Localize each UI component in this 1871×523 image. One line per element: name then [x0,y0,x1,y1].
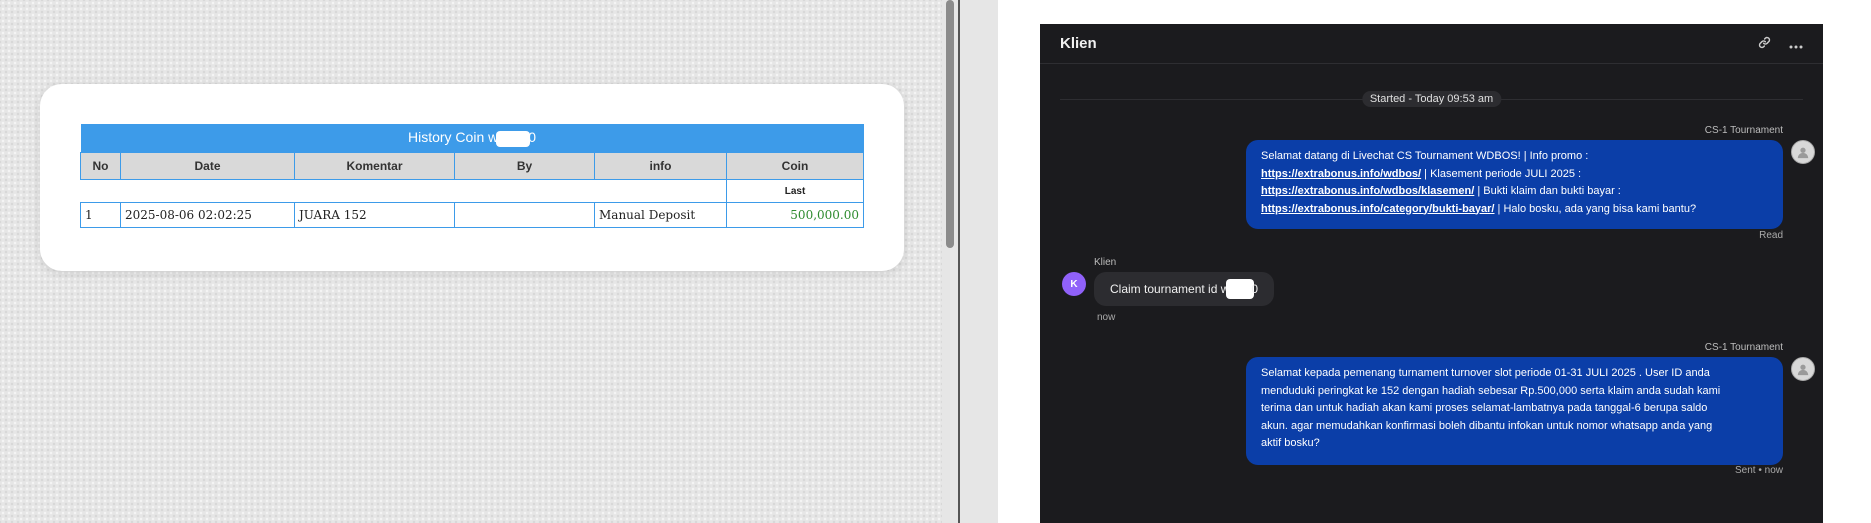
agent-message-bubble: Selamat kepada pemenang turnament turnov… [1246,357,1783,465]
chat-window: Klien Started - Today 09:53 am CS-1 Tour… [1040,24,1823,523]
table-title-row: History Coin w0 [80,124,864,153]
client-avatar: K [1062,272,1086,296]
message-sender: Klien [1094,257,1117,268]
user-icon [1797,364,1809,376]
table-row[interactable]: 1 2025-08-06 02:02:25 JUARA 152 Manual D… [80,202,865,228]
column-header-date[interactable]: Date [120,152,295,180]
column-header-coin[interactable]: Coin [725,152,865,180]
bukti-bayar-link[interactable]: https://extrabonus.info/category/bukti-b… [1261,203,1494,215]
agent-avatar [1791,140,1815,164]
link-icon[interactable] [1758,36,1771,52]
message-status: Sent • now [1735,465,1783,476]
cell-date: 2025-08-06 02:02:25 [120,202,295,228]
session-started-badge: Started - Today 09:53 am [1361,91,1502,107]
cell-coin: 500,000.00 [725,202,865,228]
cell-info: Manual Deposit [594,202,727,228]
more-icon[interactable] [1789,36,1803,52]
scrollbar-thumb[interactable] [946,0,954,248]
cell-no: 1 [80,202,121,228]
cell-komentar: JUARA 152 [294,202,455,228]
table-title: History Coin w0 [80,124,864,153]
agent-message-bubble: Selamat datang di Livechat CS Tournament… [1246,140,1783,229]
coin-history-card: History Coin w0 No Date Komentar By info… [40,84,904,271]
column-header-by[interactable]: By [454,152,595,180]
redaction-mask [496,130,531,147]
subheader-last: Last [725,179,865,203]
split-handle[interactable] [958,0,960,523]
redaction-mask [1226,279,1255,299]
message-sender: CS-1 Tournament [1704,125,1783,136]
user-icon [1797,147,1809,159]
chat-header: Klien [1040,24,1823,64]
promo-link[interactable]: https://extrabonus.info/wdbos/ [1261,168,1421,180]
client-message-bubble: Claim tournament id w0 [1094,272,1275,306]
table-subheader-row: Last [80,179,865,203]
table-header-row: No Date Komentar By info Coin [80,152,865,180]
cell-by [454,202,595,228]
agent-avatar [1791,357,1815,381]
message-status: Read [1759,230,1783,241]
column-header-komentar[interactable]: Komentar [294,152,455,180]
message-sender: CS-1 Tournament [1704,342,1783,353]
column-header-info[interactable]: info [594,152,727,180]
column-header-no[interactable]: No [80,152,121,180]
coin-history-table: History Coin w0 No Date Komentar By info… [80,124,865,228]
chat-title: Klien [1060,35,1097,52]
klasemen-link[interactable]: https://extrabonus.info/wdbos/klasemen/ [1261,185,1474,197]
message-status: now [1097,312,1116,323]
